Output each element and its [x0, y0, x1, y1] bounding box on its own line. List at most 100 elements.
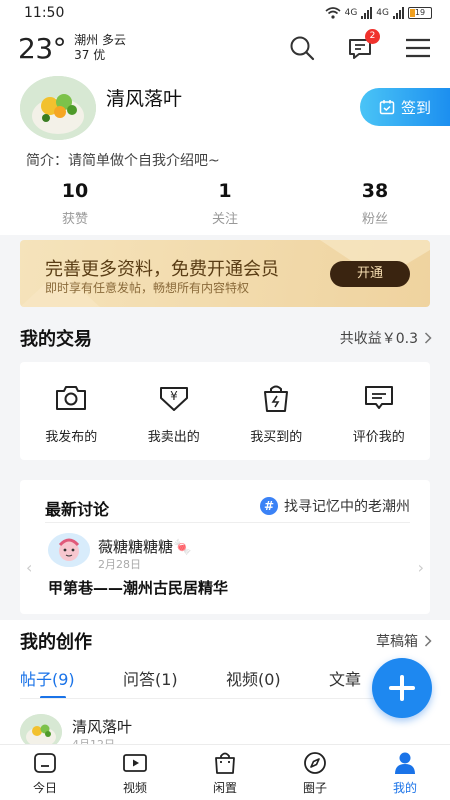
nav-label: 我的 — [392, 781, 417, 795]
topic-label: 找寻记忆中的老潮州 — [284, 499, 410, 515]
stat-value: 10 — [61, 180, 89, 202]
vip-subtitle: 即时享有任意发帖，畅想所有内容特权 — [45, 281, 250, 295]
calendar-check-icon — [379, 100, 395, 115]
battery-level: 19 — [414, 8, 426, 17]
creation-title: 我的创作 — [20, 632, 92, 653]
chevron-right-icon — [424, 332, 432, 344]
svg-text:¥: ¥ — [170, 389, 178, 403]
trade-item-sold[interactable]: ¥ 我卖出的 — [123, 362, 226, 460]
nav-label: 今日 — [32, 781, 57, 795]
shopping-bag-icon — [215, 752, 235, 774]
stat-label: 粉丝 — [361, 212, 388, 227]
trade-item-bought[interactable]: 我买到的 — [225, 362, 328, 460]
profile-intro[interactable]: 简介：请简单做个自我介绍吧~ — [26, 150, 220, 170]
profile-section: 清风落叶 签到 简介：请简单做个自我介绍吧~ 10 获赞 1 关注 38 粉丝 — [0, 70, 450, 235]
air-quality: 37 优 — [74, 48, 106, 62]
home-icon — [34, 753, 56, 773]
discussion-text[interactable]: 甲第巷——潮州古民居精华 — [48, 577, 228, 598]
hashtag-icon: # — [260, 497, 278, 515]
status-time: 11:50 — [24, 5, 65, 21]
network-type-1: 4G — [344, 8, 358, 18]
creation-header: 我的创作 草稿箱 — [20, 628, 432, 654]
create-post-button[interactable] — [372, 658, 432, 718]
avatar[interactable] — [20, 76, 96, 140]
nav-label: 闲置 — [212, 781, 237, 795]
status-icons: 4G 4G 19 — [325, 7, 432, 19]
nav-today[interactable]: 今日 — [0, 745, 90, 800]
stat-value: 1 — [218, 180, 232, 202]
stat-following[interactable]: 1 关注 — [150, 180, 300, 227]
trade-section-header: 我的交易 共收益￥0.3 — [20, 325, 432, 351]
nav-idle[interactable]: 闲置 — [180, 745, 270, 800]
stat-followers[interactable]: 38 粉丝 — [300, 180, 450, 227]
sign-in-label: 签到 — [400, 98, 431, 117]
video-icon — [123, 754, 147, 772]
earnings-link[interactable]: 共收益￥0.3 — [340, 328, 432, 348]
stat-label: 关注 — [211, 212, 238, 227]
top-bar: 23° 潮州 多云 37 优 2 — [0, 26, 450, 70]
search-button[interactable] — [288, 34, 316, 62]
signal-icon — [361, 7, 373, 19]
trade-item-published[interactable]: 我发布的 — [20, 362, 123, 460]
discussion-card[interactable]: 最新讨论 # 找寻记忆中的老潮州 ‹ 薇糖糖糖糖🍬 2月28日 甲第巷——潮州古… — [20, 480, 430, 614]
city-weather: 潮州 多云 — [74, 33, 126, 47]
trade-item-label: 我发布的 — [45, 430, 98, 445]
temperature[interactable]: 23° — [18, 32, 67, 65]
tab-posts[interactable]: 帖子(9) — [20, 666, 123, 699]
discussion-avatar[interactable] — [48, 533, 90, 567]
person-icon — [395, 752, 415, 774]
trade-item-label: 我卖出的 — [147, 430, 200, 445]
tab-videos[interactable]: 视频(0) — [226, 666, 329, 690]
nav-label: 视频 — [122, 781, 147, 795]
status-bar: 11:50 4G 4G 19 — [0, 0, 450, 26]
earnings-value: 共收益￥0.3 — [339, 331, 418, 347]
trade-card: 我发布的 ¥ 我卖出的 我买到的 评价我的 — [20, 362, 430, 460]
trade-title: 我的交易 — [20, 329, 92, 350]
nav-circle[interactable]: 圈子 — [270, 745, 360, 800]
chevron-right-icon[interactable]: › — [418, 558, 424, 577]
stat-likes[interactable]: 10 获赞 — [0, 180, 150, 227]
drafts-link[interactable]: 草稿箱 — [376, 631, 432, 651]
chevron-right-icon — [424, 635, 432, 647]
post-user[interactable]: 清风落叶 — [72, 716, 132, 737]
stat-label: 获赞 — [61, 212, 88, 227]
comment-icon — [364, 386, 393, 409]
messages-button[interactable]: 2 — [346, 29, 380, 62]
trade-item-reviews[interactable]: 评价我的 — [328, 362, 431, 460]
discussion-date: 2月28日 — [98, 558, 141, 571]
activate-vip-button[interactable]: 开通 — [330, 261, 410, 287]
weather-info[interactable]: 潮州 多云 37 优 — [74, 33, 126, 63]
trade-item-label: 评价我的 — [352, 430, 405, 445]
network-type-2: 4G — [376, 8, 389, 18]
trade-item-label: 我买到的 — [250, 430, 303, 445]
avatar-image — [48, 533, 90, 567]
discussion-title: 最新讨论 — [45, 500, 110, 519]
nav-label: 圈子 — [302, 781, 327, 795]
wifi-icon — [325, 7, 341, 19]
divider — [45, 522, 410, 523]
drafts-label: 草稿箱 — [376, 634, 418, 650]
username: 清风落叶 — [106, 88, 183, 110]
stat-value: 38 — [361, 180, 389, 202]
hamburger-menu-icon — [406, 38, 430, 58]
bottom-navigation: 今日 视频 闲置 圈子 我的 — [0, 744, 450, 800]
search-icon — [290, 36, 315, 61]
chevron-left-icon[interactable]: ‹ — [26, 558, 32, 577]
menu-button[interactable] — [404, 34, 432, 62]
avatar-image — [20, 76, 96, 140]
compass-icon — [304, 752, 326, 774]
signal-icon-2 — [393, 7, 404, 19]
profile-stats: 10 获赞 1 关注 38 粉丝 — [0, 180, 450, 227]
divider — [20, 698, 430, 699]
yen-tag-icon: ¥ — [159, 387, 188, 411]
nav-video[interactable]: 视频 — [90, 745, 180, 800]
vip-banner[interactable]: 完善更多资料，免费开通会员 即时享有任意发帖，畅想所有内容特权 开通 — [20, 240, 430, 307]
discussion-topic[interactable]: # 找寻记忆中的老潮州 — [260, 496, 410, 516]
tab-qa[interactable]: 问答(1) — [123, 666, 226, 690]
bag-icon — [264, 385, 289, 412]
camera-icon — [56, 386, 87, 410]
sign-in-button[interactable]: 签到 — [360, 88, 450, 126]
vip-title: 完善更多资料，免费开通会员 — [45, 259, 279, 280]
discussion-user[interactable]: 薇糖糖糖糖🍬 — [98, 536, 192, 557]
nav-mine[interactable]: 我的 — [360, 745, 450, 800]
